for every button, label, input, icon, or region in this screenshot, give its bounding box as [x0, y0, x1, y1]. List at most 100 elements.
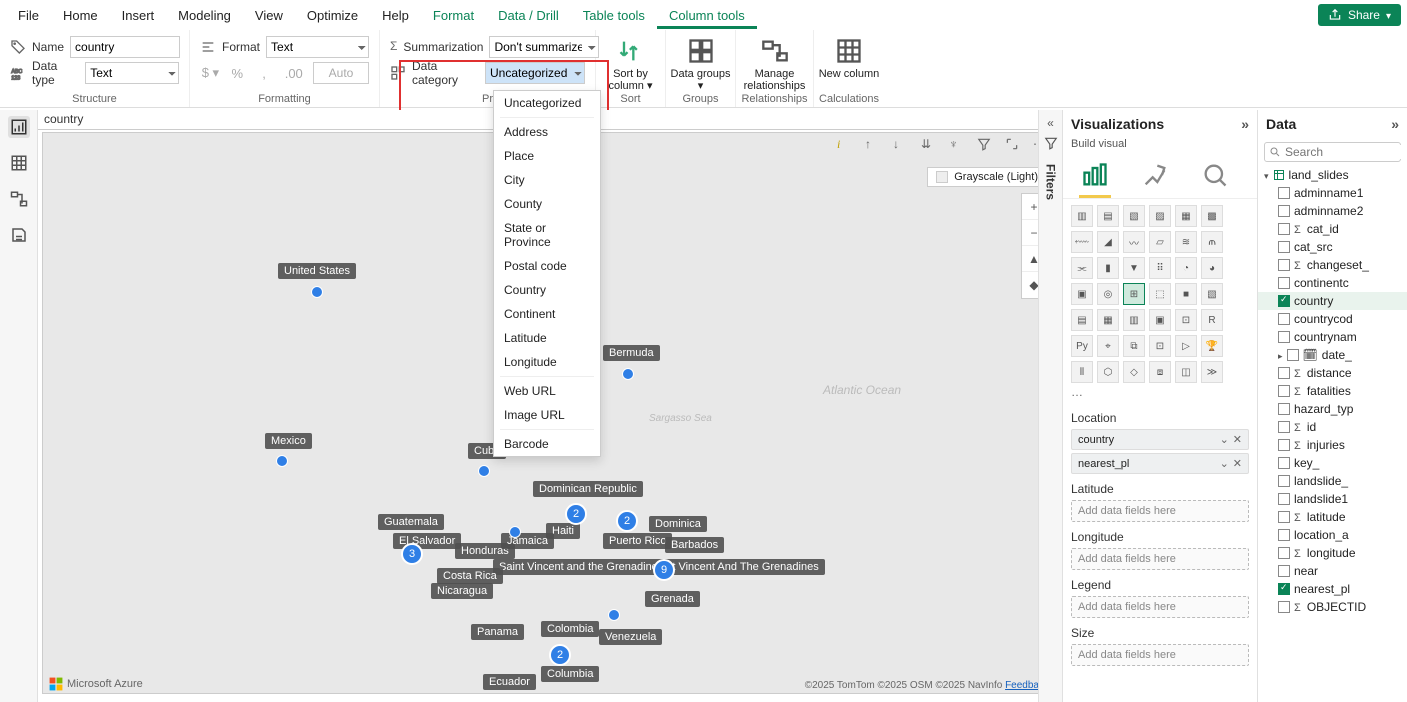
map-cluster[interactable]: 2: [565, 503, 587, 525]
field-row[interactable]: key_: [1258, 454, 1407, 472]
menu-help[interactable]: Help: [370, 2, 421, 29]
well-size-drop[interactable]: Add data fields here: [1071, 644, 1249, 666]
viz-type-button[interactable]: ≋: [1175, 231, 1197, 253]
field-row[interactable]: cat_id: [1258, 220, 1407, 238]
chevron-down-icon[interactable]: ⌄: [1220, 433, 1229, 446]
viz-type-button[interactable]: ⧈: [1149, 361, 1171, 383]
format-select[interactable]: Text: [266, 36, 369, 58]
well-location-field-country[interactable]: country⌄✕: [1071, 429, 1249, 450]
viz-type-button[interactable]: ⬚: [1149, 283, 1171, 305]
menu-format[interactable]: Format: [421, 2, 486, 29]
field-row[interactable]: latitude: [1258, 508, 1407, 526]
viz-type-button[interactable]: ▤: [1071, 309, 1093, 331]
datacategory-select[interactable]: Uncategorized: [485, 62, 585, 84]
field-row[interactable]: id: [1258, 418, 1407, 436]
field-checkbox[interactable]: [1278, 313, 1290, 325]
filters-pane-collapsed[interactable]: « Filters: [1038, 110, 1062, 702]
datacategory-option[interactable]: Continent: [494, 302, 600, 326]
menu-optimize[interactable]: Optimize: [295, 2, 370, 29]
menu-home[interactable]: Home: [51, 2, 110, 29]
field-checkbox[interactable]: [1278, 601, 1290, 613]
field-row[interactable]: changeset_: [1258, 256, 1407, 274]
expand-filters-icon[interactable]: «: [1047, 116, 1054, 130]
viz-type-button[interactable]: ⬳: [1071, 231, 1093, 253]
field-checkbox[interactable]: [1278, 277, 1290, 289]
field-checkbox[interactable]: [1278, 403, 1290, 415]
viz-type-button[interactable]: ▨: [1149, 205, 1171, 227]
viz-type-button[interactable]: ▧: [1201, 283, 1223, 305]
viz-type-button[interactable]: ▮: [1097, 257, 1119, 279]
viz-type-button[interactable]: ▣: [1149, 309, 1171, 331]
field-checkbox[interactable]: [1278, 565, 1290, 577]
data-search-input[interactable]: [1285, 145, 1407, 159]
map-point[interactable]: [509, 526, 521, 538]
datacategory-option[interactable]: Uncategorized: [494, 91, 600, 115]
viz-type-button[interactable]: ⫴: [1071, 361, 1093, 383]
field-row[interactable]: distance: [1258, 364, 1407, 382]
field-row[interactable]: location_a: [1258, 526, 1407, 544]
field-checkbox[interactable]: [1278, 331, 1290, 343]
viz-type-button[interactable]: ⧉: [1123, 335, 1145, 357]
datacategory-dropdown[interactable]: UncategorizedAddressPlaceCityCountyState…: [493, 90, 601, 457]
field-checkbox[interactable]: [1278, 529, 1290, 541]
viz-type-button[interactable]: ◢: [1097, 231, 1119, 253]
viz-type-button[interactable]: ◇: [1123, 361, 1145, 383]
viz-type-button[interactable]: ▦: [1097, 309, 1119, 331]
decimal-auto-input[interactable]: [313, 62, 369, 84]
field-checkbox[interactable]: [1278, 457, 1290, 469]
viz-type-button[interactable]: ≫: [1201, 361, 1223, 383]
viz-type-button[interactable]: ⊡: [1149, 335, 1171, 357]
datacategory-option[interactable]: Country: [494, 278, 600, 302]
comma-button[interactable]: ,: [254, 62, 275, 84]
viz-type-button[interactable]: ■: [1175, 283, 1197, 305]
table-row-landslides[interactable]: land_slides: [1258, 166, 1407, 184]
datacategory-option[interactable]: Image URL: [494, 403, 600, 427]
field-checkbox[interactable]: [1278, 547, 1290, 559]
field-row[interactable]: injuries: [1258, 436, 1407, 454]
share-button[interactable]: Share: [1318, 4, 1401, 26]
viz-type-button[interactable]: ▥: [1071, 205, 1093, 227]
map-point[interactable]: [478, 465, 490, 477]
field-row[interactable]: countrynam: [1258, 328, 1407, 346]
field-checkbox[interactable]: [1278, 475, 1290, 487]
viz-type-button[interactable]: ▥: [1123, 309, 1145, 331]
datacategory-option[interactable]: Barcode: [494, 432, 600, 456]
drill-info-icon[interactable]: i: [837, 137, 855, 155]
analytics-tab[interactable]: [1195, 158, 1235, 192]
map-cluster[interactable]: 9: [653, 559, 675, 581]
datacategory-option[interactable]: Place: [494, 144, 600, 168]
viz-type-button[interactable]: 〰: [1123, 231, 1145, 253]
summarization-select[interactable]: Don't summarize: [489, 36, 599, 58]
datacategory-option[interactable]: Address: [494, 120, 600, 144]
map-cluster[interactable]: 3: [401, 543, 423, 565]
collapse-viz-icon[interactable]: »: [1241, 116, 1249, 132]
currency-button[interactable]: $ ▾: [200, 62, 221, 84]
remove-field-icon[interactable]: ✕: [1233, 457, 1242, 470]
hierarchy-icon[interactable]: ♆: [949, 137, 967, 155]
drill-up-icon[interactable]: ↑: [865, 137, 883, 155]
field-row[interactable]: landslide_: [1258, 472, 1407, 490]
field-row[interactable]: near: [1258, 562, 1407, 580]
datacategory-option[interactable]: County: [494, 192, 600, 216]
field-checkbox[interactable]: [1278, 439, 1290, 451]
menu-modeling[interactable]: Modeling: [166, 2, 243, 29]
viz-type-button[interactable]: ▩: [1201, 205, 1223, 227]
field-checkbox[interactable]: [1278, 421, 1290, 433]
field-row[interactable]: nearest_pl: [1258, 580, 1407, 598]
menu-file[interactable]: File: [6, 2, 51, 29]
field-row[interactable]: longitude: [1258, 544, 1407, 562]
well-legend-drop[interactable]: Add data fields here: [1071, 596, 1249, 618]
collapse-data-icon[interactable]: »: [1391, 116, 1399, 132]
field-row[interactable]: hazard_typ: [1258, 400, 1407, 418]
manage-relationships-button[interactable]: Manage relationships: [743, 34, 807, 92]
field-checkbox[interactable]: [1278, 205, 1290, 217]
viz-type-button[interactable]: ⬡: [1097, 361, 1119, 383]
field-row[interactable]: country: [1258, 292, 1407, 310]
sort-by-column-button[interactable]: Sort by column ▾: [599, 34, 663, 92]
viz-type-button[interactable]: ⫘: [1071, 257, 1093, 279]
report-view-button[interactable]: [8, 116, 30, 138]
viz-type-button[interactable]: ▼: [1123, 257, 1145, 279]
field-checkbox[interactable]: [1278, 493, 1290, 505]
field-checkbox[interactable]: [1278, 367, 1290, 379]
viz-type-button[interactable]: ◫: [1175, 361, 1197, 383]
